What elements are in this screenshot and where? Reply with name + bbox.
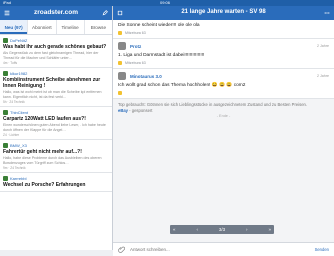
quoted-post-meta: Mitzebura 63 xyxy=(125,31,146,35)
tab-timeline[interactable]: Timeline xyxy=(57,20,85,34)
reply-bar: Senden xyxy=(113,242,334,256)
avatar xyxy=(3,110,8,115)
post-author: DoPeNitZ xyxy=(3,38,109,43)
post-title: Kombiinstrument Scheibe abnehmen zur Inn… xyxy=(3,77,101,89)
thumbs-up-icon[interactable] xyxy=(118,61,122,65)
thread-list: DoPeNitZ Was habt ihr auch gerade schönes… xyxy=(0,35,112,192)
forum-title: zroadster.com xyxy=(33,9,79,16)
post-excerpt: Hallo, was ist wohl meint ist ob man die… xyxy=(3,90,102,99)
post-meta: 5h · Z4 Technik xyxy=(3,100,25,104)
post-meta: Z4 · Lichter xyxy=(3,133,20,137)
quoted-post-text: Die Sonne scheint wieder!!! ole ole ola xyxy=(118,23,200,28)
tab-new[interactable]: Neu (97) xyxy=(0,20,29,34)
post-author: ThinClient xyxy=(3,110,109,115)
message-card: Protz 2 Jahre 1. Liga und Darmstadt ist da… xyxy=(113,39,334,69)
avatar[interactable] xyxy=(118,42,126,50)
post-title: Carpartz 120Watt LED laufen aus?! xyxy=(3,116,86,122)
post-excerpt: Hallo, habe diese Probleme durch das Aus… xyxy=(3,156,102,165)
thread-header: 21 lange Jahre warten - SV 98 xyxy=(113,6,334,20)
thumbs-up-icon[interactable] xyxy=(118,31,122,35)
more-icon[interactable] xyxy=(324,10,330,16)
message-date: 2 Jahre xyxy=(317,74,329,78)
thread-list-item[interactable]: DoPeNitZ Was habt ihr auch gerade schönes… xyxy=(0,35,112,68)
tab-browse[interactable]: Browse xyxy=(85,20,112,34)
sponsored-link[interactable]: eBay xyxy=(118,108,128,113)
message-list: Protz 2 Jahre 1. Liga und Darmstadt ist da… xyxy=(113,39,334,99)
thread-title: 21 lange Jahre warten - SV 98 xyxy=(181,9,266,15)
tab-subscribed[interactable]: Abonniert xyxy=(28,20,57,34)
sponsored-box: Top gebraucht: Götnnen sie sich Liebling… xyxy=(113,99,334,123)
avatar xyxy=(3,143,8,148)
message-text: 1. Liga und Darmstadt ist dabei!!!!!!!!!… xyxy=(118,53,205,58)
thread-list-item[interactable]: BMW_X3 Fahrertür geht nicht mehr auf...?!… xyxy=(0,140,112,173)
thread-list-item[interactable]: klkur1982 Kombiinstrument Scheibe abnehme… xyxy=(0,68,112,107)
message-date: 2 Jahre xyxy=(317,44,329,48)
post-author: BMW_X3 xyxy=(3,143,109,148)
post-title: Fahrertür geht nicht mehr auf...?! xyxy=(3,149,82,155)
post-excerpt: Als Gegenstück zu dem fast gleichnamigen… xyxy=(3,51,99,60)
prev-page-icon[interactable]: ‹ xyxy=(196,227,198,232)
sponsored-text: Top gebraucht: Götnnen sie sich Liebling… xyxy=(118,102,308,107)
next-page-icon[interactable]: › xyxy=(246,227,248,232)
post-meta: 4m · Tuffs xyxy=(3,61,18,65)
avatar xyxy=(3,38,8,43)
post-title: Wechsel zu Porsche? Erfahrungen xyxy=(3,182,86,188)
post-excerpt: Einen wunderschönen guten Abend liebe Le… xyxy=(3,123,106,132)
thread-list-item[interactable]: ThinClient Carpartz 120Watt LED laufen au… xyxy=(0,107,112,140)
last-page-icon[interactable]: » xyxy=(268,227,271,232)
thread-pane: 21 lange Jahre warten - SV 98 Die Sonne … xyxy=(113,6,334,256)
message-meta: Mitzebura 63 xyxy=(125,61,146,65)
message-card: Minotaurus 3.0 2 Jahre Ich wollt grad scho… xyxy=(113,69,334,99)
post-meta: 9m · Z4 Technik xyxy=(3,166,26,170)
thread-list-item[interactable]: Karrrebbl Wechsel zu Porsche? Erfahrungen xyxy=(0,173,112,192)
pagination-bar: « ‹ 3/3 › » xyxy=(170,225,274,234)
post-author: klkur1982 xyxy=(3,71,109,76)
post-author: Karrrebbl xyxy=(3,176,109,181)
compose-icon[interactable] xyxy=(102,10,108,16)
forum-header: zroadster.com xyxy=(0,6,112,20)
sponsored-suffix: - gesponsert xyxy=(128,107,153,113)
message-text: Ich wollt grad schon das Thema hochholen… xyxy=(118,83,246,88)
thread-list-pane: zroadster.com Neu (97) Abonniert Timelin… xyxy=(0,6,113,250)
avatar[interactable] xyxy=(118,72,126,80)
avatar xyxy=(3,71,8,76)
end-label: - Ende - xyxy=(216,114,231,118)
quoted-post: Die Sonne scheint wieder!!! ole ole ola … xyxy=(113,20,334,39)
avatar xyxy=(3,176,8,181)
filter-tabs: Neu (97) Abonniert Timeline Browse xyxy=(0,20,112,35)
thumbs-up-icon[interactable] xyxy=(118,91,122,95)
page-indicator[interactable]: 3/3 xyxy=(219,227,225,232)
first-page-icon[interactable]: « xyxy=(173,227,176,232)
post-title: Was habt ihr auch gerade schönes gebaut? xyxy=(3,44,107,50)
message-author[interactable]: Protz xyxy=(130,44,141,49)
message-author[interactable]: Minotaurus 3.0 xyxy=(130,74,162,79)
